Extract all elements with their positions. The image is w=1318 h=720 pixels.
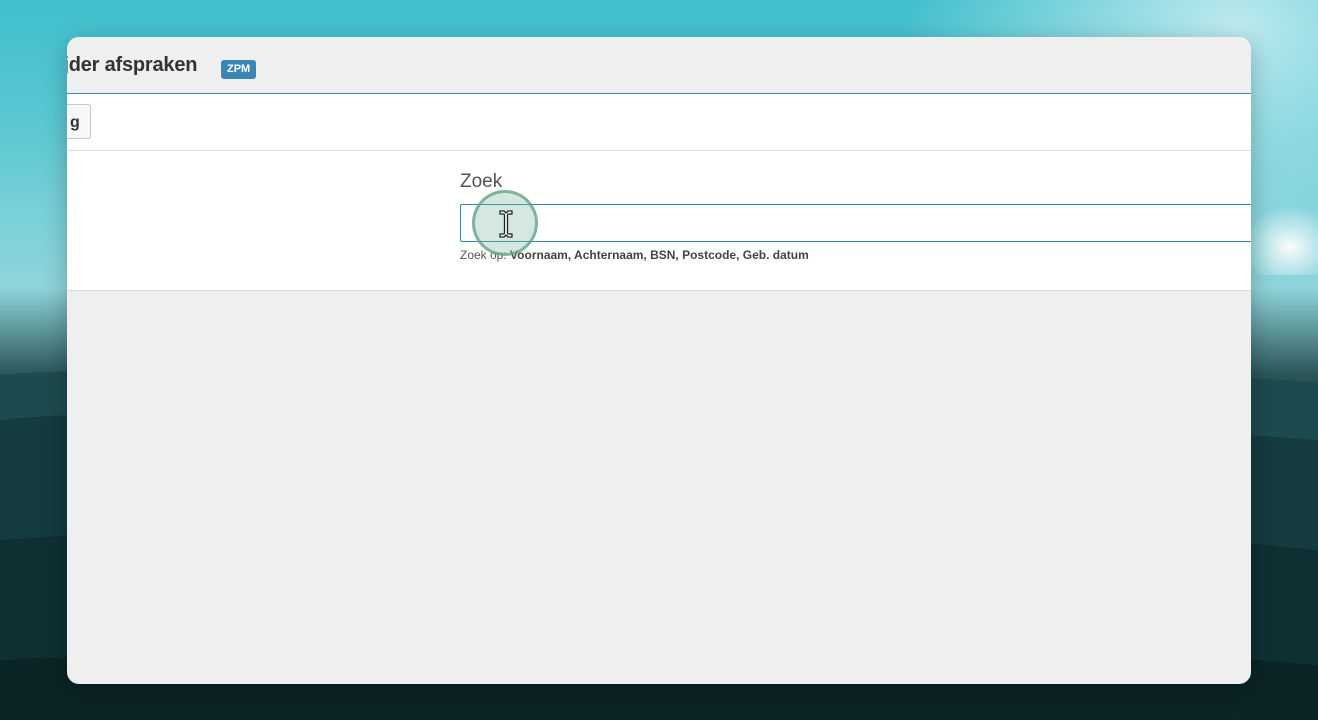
zpm-badge: ZPM (221, 60, 257, 79)
desktop-cloud (1240, 205, 1318, 275)
page-title: ijder afspraken (67, 54, 198, 76)
page-header: ijder afspraken ZPM (67, 37, 1251, 94)
app-window: ijder afspraken ZPM g Zoek Zoek op: Voor… (67, 37, 1251, 684)
search-hint-fields: Voornaam, Achternaam, BSN, Postcode, Geb… (510, 248, 809, 262)
toolbar: g (67, 94, 1251, 151)
toolbar-button[interactable]: g (67, 104, 91, 139)
text-cursor-icon (499, 210, 513, 238)
search-input[interactable] (460, 204, 1251, 242)
search-label: Zoek (460, 171, 503, 192)
search-panel: Zoek Zoek op: Voornaam, Achternaam, BSN,… (67, 151, 1251, 291)
